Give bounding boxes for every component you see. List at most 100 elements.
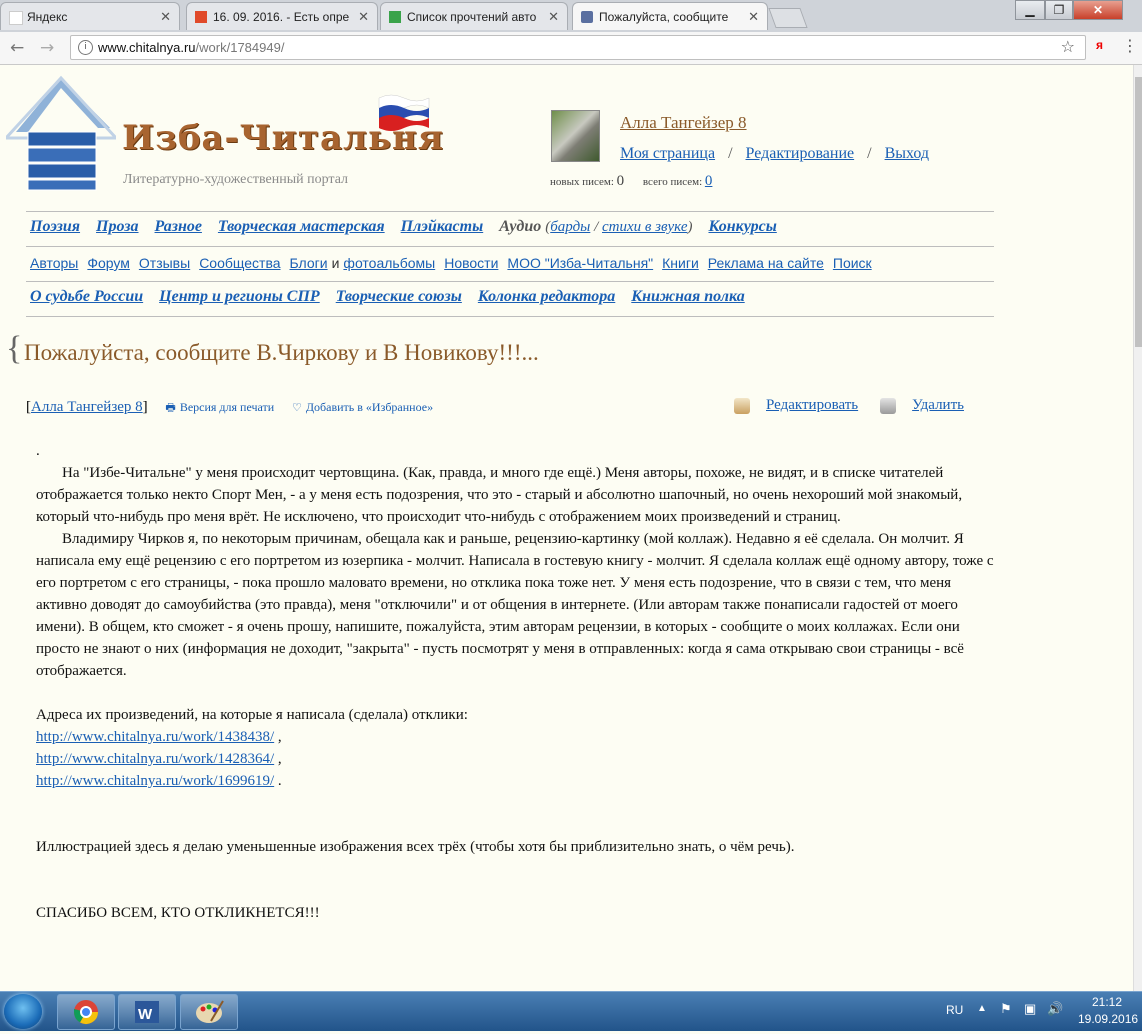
nav-authors[interactable]: Авторы [30, 255, 78, 271]
nav-books[interactable]: Книги [662, 255, 699, 271]
nav-bookshelf[interactable]: Книжная полка [631, 288, 744, 305]
total-mail-count[interactable]: 0 [705, 173, 713, 189]
close-icon[interactable]: ✕ [160, 9, 171, 25]
nav-news[interactable]: Новости [444, 255, 498, 271]
info-icon[interactable]: i [78, 40, 93, 55]
logout-link[interactable]: Выход [885, 145, 930, 162]
print-version[interactable]: 🖶 Версия для печати [165, 400, 274, 414]
taskbar-chrome[interactable] [57, 994, 115, 1030]
page-scrollbar[interactable] [1133, 65, 1142, 991]
thanks-line: СПАСИБО ВСЕМ, КТО ОТКЛИКНЕТСЯ!!! [36, 905, 320, 921]
nav-search[interactable]: Поиск [833, 255, 872, 271]
nav-blogs[interactable]: Блоги [290, 255, 328, 271]
nav-prose[interactable]: Проза [96, 218, 138, 235]
clock-date[interactable]: 19.09.2016 [1078, 1012, 1138, 1026]
nav-communities[interactable]: Сообщества [199, 255, 280, 271]
close-window-button[interactable]: ✕ [1073, 0, 1123, 20]
nav-divider [26, 316, 994, 317]
bookmark-star-icon[interactable]: ☆ [1061, 37, 1075, 56]
nav-audio-poems[interactable]: стихи в звуке [602, 219, 687, 235]
yandex-extension-icon[interactable]: я [1096, 38, 1103, 52]
work-link-3[interactable]: http://www.chitalnya.ru/work/1699619/ [36, 773, 274, 789]
word-icon: W [135, 1001, 159, 1023]
chrome-icon [74, 1000, 98, 1025]
nav-playcasts[interactable]: Плэйкасты [401, 218, 484, 235]
nav-poetry[interactable]: Поэзия [30, 218, 80, 235]
add-favorite[interactable]: ♡ Добавить в «Избранное» [292, 400, 433, 414]
nav-bards[interactable]: барды [550, 219, 590, 235]
paint-palette-icon [196, 1000, 224, 1023]
title-brace-icon: { [6, 330, 23, 367]
nav-reviews[interactable]: Отзывы [139, 255, 190, 271]
nav-photo-albums[interactable]: фотоальбомы [343, 255, 435, 271]
delete-work-link[interactable]: Удалить [912, 397, 964, 413]
nav-center-regions[interactable]: Центр и регионы СПР [159, 288, 320, 305]
tab-16-09-2016[interactable]: 16. 09. 2016. - Есть опре ✕ [186, 2, 378, 30]
work-title: Пожалуйста, сообщите В.Чиркову и В Новик… [24, 340, 539, 365]
close-icon[interactable]: ✕ [548, 9, 559, 25]
address-bar[interactable]: i www.chitalnya.ru/work/1784949/ ☆ [70, 35, 1086, 60]
work-link-row: http://www.chitalnya.ru/work/1699619/ . [36, 773, 282, 789]
nav-editor-column[interactable]: Колонка редактора [478, 288, 615, 305]
scrollbar-thumb[interactable] [1135, 77, 1142, 347]
forward-icon[interactable]: → [40, 38, 54, 58]
nav-moo[interactable]: МОО "Изба-Читальня" [507, 255, 653, 271]
volume-icon[interactable]: 🔊 [1047, 1001, 1063, 1017]
total-mail-label: всего писем: [642, 176, 703, 188]
taskbar-word[interactable]: W [118, 994, 176, 1030]
main-nav: Поэзия Проза Разное Творческая мастерская Пл… [30, 218, 793, 236]
nav-creative-unions[interactable]: Творческие союзы [336, 288, 462, 305]
close-icon[interactable]: ✕ [748, 9, 759, 25]
language-indicator[interactable]: RU [946, 1003, 963, 1017]
action-center-flag-icon[interactable]: ⚑ [1000, 1001, 1012, 1017]
tab-yandex[interactable]: Яндекс ✕ [0, 2, 180, 30]
edit-profile-link[interactable]: Редактирование [746, 145, 855, 162]
tab-title: 16. 09. 2016. - Есть опре [213, 10, 350, 24]
edit-work-link[interactable]: Редактировать [766, 397, 858, 413]
work-link-2[interactable]: http://www.chitalnya.ru/work/1428364/ [36, 751, 274, 767]
nav-misc[interactable]: Разное [155, 218, 202, 235]
user-avatar[interactable] [551, 110, 600, 162]
maximize-button[interactable]: ❐ [1045, 0, 1073, 20]
minimize-button[interactable]: ▁ [1015, 0, 1045, 20]
edit-icon[interactable] [734, 397, 750, 414]
trash-icon[interactable] [880, 397, 897, 414]
tray-expand-icon[interactable]: ▲ [977, 1003, 987, 1014]
work-body: . На "Избе-Читальне" у меня происходит ч… [36, 440, 1002, 924]
page-favicon-icon [195, 11, 207, 23]
nav-forum[interactable]: Форум [87, 255, 130, 271]
my-page-link[interactable]: Моя страница [620, 145, 715, 162]
work-actions: Редактировать Удалить [734, 397, 986, 414]
tab-title: Яндекс [27, 10, 68, 24]
nav-contests[interactable]: Конкурсы [708, 218, 776, 235]
svg-text:W: W [138, 1006, 153, 1023]
addresses-label: Адреса их произведений, на которые я нап… [36, 707, 468, 723]
browser-menu-icon[interactable]: ⋮ [1122, 36, 1138, 55]
site-logo-house-icon[interactable] [6, 74, 116, 192]
nav-divider [26, 281, 994, 282]
start-button[interactable] [4, 994, 42, 1029]
work-author-link[interactable]: Алла Тангейзер 8 [31, 399, 143, 415]
sheet-favicon-icon [389, 11, 401, 23]
work-link-1[interactable]: http://www.chitalnya.ru/work/1438438/ [36, 729, 274, 745]
work-link-row: http://www.chitalnya.ru/work/1428364/ , [36, 751, 282, 767]
nav-advertising[interactable]: Реклама на сайте [708, 255, 824, 271]
taskbar-paint[interactable] [180, 994, 238, 1030]
clock-time[interactable]: 21:12 [1092, 995, 1122, 1009]
url-text[interactable]: www.chitalnya.ru/work/1784949/ [98, 40, 284, 55]
nav-divider [26, 211, 994, 212]
site-subtitle: Литературно-художественный портал [123, 172, 349, 187]
network-icon[interactable]: ▣ [1024, 1001, 1036, 1017]
body-paragraph-1: На "Избе-Читальне" у меня происходит чер… [36, 465, 963, 525]
back-icon[interactable]: ← [10, 38, 24, 58]
tab-current-page[interactable]: Пожалуйста, сообщите ✕ [572, 2, 768, 30]
tab-reading-list[interactable]: Список прочтений авто ✕ [380, 2, 568, 30]
close-icon[interactable]: ✕ [358, 9, 369, 25]
user-name-link[interactable]: Алла Тангейзер 8 [620, 113, 747, 133]
nav-divider [26, 246, 994, 247]
new-tab-button[interactable] [768, 8, 808, 28]
nav-russia-fate[interactable]: О судьбе России [30, 288, 143, 305]
nav-workshop[interactable]: Творческая мастерская [218, 218, 385, 235]
nav-audio-label: Аудио [499, 218, 542, 235]
tab-title: Пожалуйста, сообщите [599, 10, 729, 24]
